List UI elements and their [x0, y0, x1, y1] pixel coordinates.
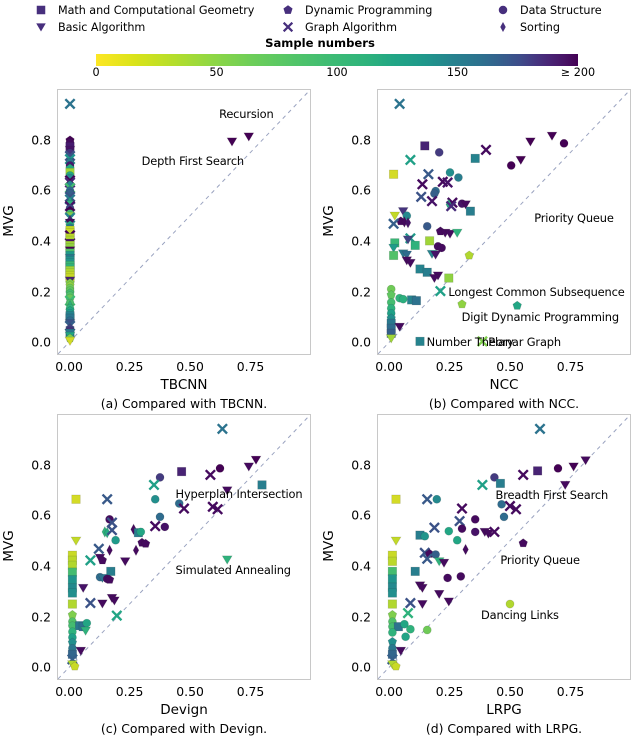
scatter-point — [504, 500, 516, 512]
scatter-canvas-d — [378, 415, 630, 679]
scatter-point — [431, 550, 441, 559]
point-annotation: Dancing Links — [481, 608, 559, 623]
scatter-point — [404, 597, 416, 609]
scatter-point — [505, 599, 515, 609]
scatter-point — [510, 503, 522, 515]
scatter-point — [462, 543, 469, 556]
scatter-point — [580, 456, 592, 466]
scatter-point — [387, 574, 398, 584]
scatter-point — [495, 478, 506, 489]
x-tick-label: 0.50 — [496, 684, 524, 699]
scatter-point — [387, 622, 397, 632]
scatter-point — [387, 550, 398, 560]
scatter-point — [416, 599, 428, 610]
scatter-point — [387, 588, 398, 598]
scatter-point — [553, 463, 563, 473]
scatter-point — [488, 526, 500, 538]
scatter-point — [387, 599, 398, 609]
scatter-point — [444, 526, 454, 536]
scatter-point — [517, 469, 529, 481]
scatter-point — [452, 535, 462, 545]
scatter-point — [456, 503, 468, 515]
scatter-point — [518, 538, 528, 548]
scatter-point — [416, 583, 428, 594]
scatter-point — [390, 536, 402, 546]
scatter-point — [415, 530, 425, 540]
scatter-point — [399, 619, 409, 629]
scatter-point — [414, 581, 426, 591]
scatter-point — [479, 527, 491, 538]
y-tick-label: 0.0 — [351, 659, 371, 675]
scatter-point — [393, 622, 404, 632]
x-tick-label: 0.25 — [435, 684, 464, 699]
scatter-point — [386, 660, 398, 670]
scatter-point — [421, 553, 433, 565]
scatter-point — [443, 597, 455, 607]
scatter-point — [534, 423, 546, 435]
scatter-point — [387, 649, 398, 659]
subplot-d: Breadth First Search Priority Queue Dancin… — [0, 0, 640, 736]
scatter-point — [454, 515, 466, 527]
y-axis-label: MVG — [321, 530, 337, 562]
scatter-point — [387, 636, 398, 646]
scatter-point — [499, 512, 509, 522]
scatter-point — [387, 566, 398, 576]
scatter-point — [387, 617, 397, 627]
scatter-point — [387, 609, 398, 619]
x-tick-label: 0.00 — [375, 684, 403, 699]
scatter-point — [432, 494, 442, 504]
scatter-point — [428, 522, 440, 534]
x-axis-label: LRPG — [486, 702, 522, 718]
scatter-point — [438, 558, 450, 569]
scatter-point — [402, 607, 414, 619]
x-tick-label: 0.75 — [556, 684, 585, 699]
scatter-point — [457, 524, 467, 534]
scatter-point — [405, 624, 415, 634]
scatter-point — [470, 527, 480, 537]
scatter-point — [387, 582, 398, 592]
scatter-point — [476, 479, 488, 491]
scatter-point — [386, 653, 398, 665]
y-tick-label: 0.4 — [351, 558, 371, 574]
scatter-point — [443, 573, 453, 583]
scatter-point — [424, 548, 435, 558]
y-tick-label: 0.8 — [351, 457, 371, 473]
scatter-point — [433, 589, 445, 600]
identity-reference-line — [378, 415, 630, 679]
scatter-point — [401, 632, 411, 642]
scatter-point — [391, 661, 401, 671]
scatter-point — [489, 472, 499, 482]
scatter-point — [395, 646, 407, 657]
scatter-point — [419, 547, 431, 559]
scatter-point — [433, 557, 445, 567]
y-tick-label: 0.2 — [351, 609, 371, 625]
point-annotation: Priority Queue — [500, 552, 580, 567]
scatter-point — [391, 494, 401, 504]
point-annotation: Breadth First Search — [495, 488, 609, 503]
plot-area-d — [377, 414, 631, 680]
scatter-point — [387, 643, 397, 653]
scatter-point — [387, 628, 397, 637]
scatter-point — [420, 531, 430, 541]
scatter-point — [422, 625, 432, 635]
scatter-point — [532, 466, 543, 476]
scatter-point — [410, 566, 420, 576]
figure-root: Math and Computational Geometry Basic Alg… — [0, 0, 640, 736]
scatter-point — [421, 493, 433, 505]
scatter-point — [387, 556, 398, 566]
scatter-point — [456, 571, 466, 581]
scatter-point — [568, 462, 580, 472]
scatter-point — [470, 514, 480, 524]
scatter-point — [482, 529, 494, 539]
y-tick-label: 0.6 — [351, 507, 371, 523]
